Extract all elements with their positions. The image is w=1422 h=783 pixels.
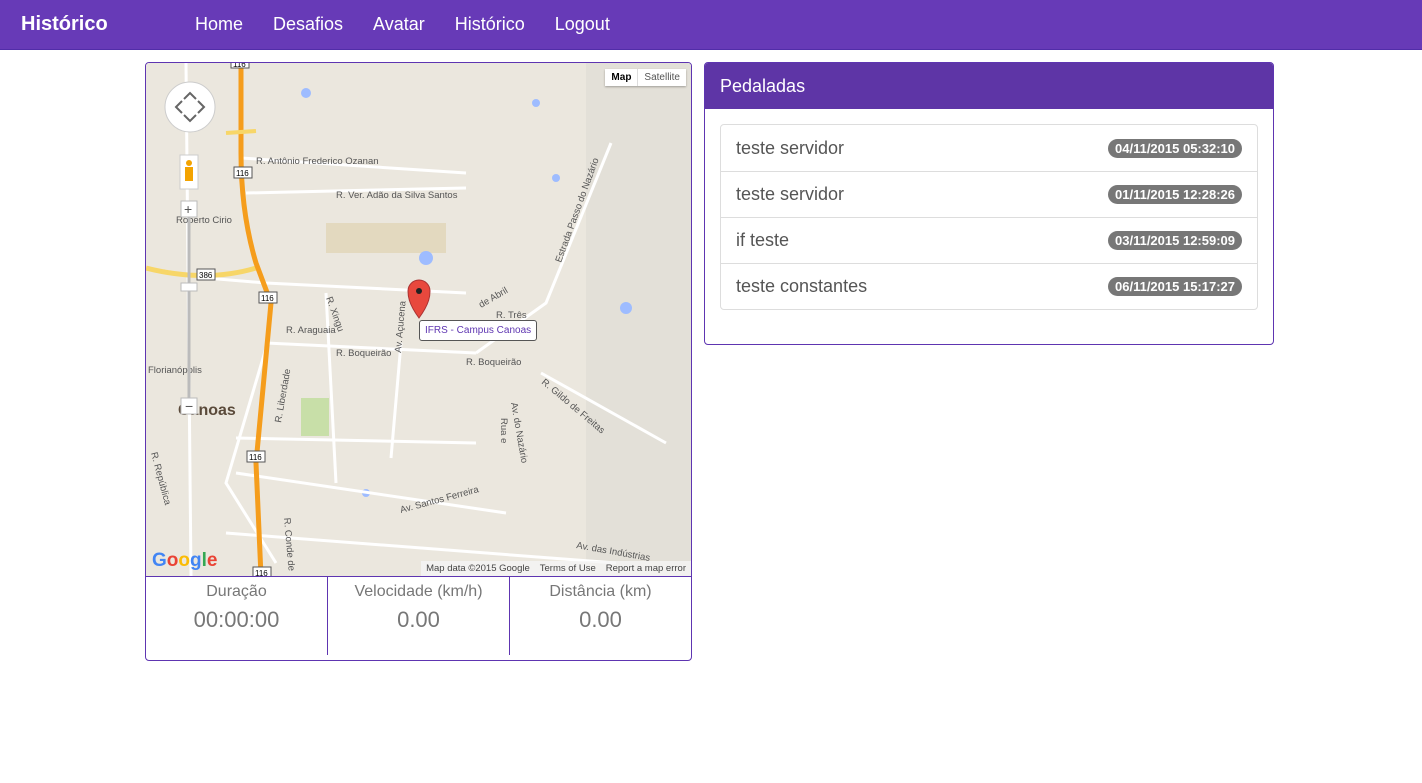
pedaladas-panel: Pedaladas teste servidor 04/11/2015 05:32… (704, 62, 1274, 345)
stat-velocidade: Velocidade (km/h) 0.00 (327, 577, 509, 655)
date-badge: 01/11/2015 12:28:26 (1108, 185, 1242, 204)
svg-text:R. Araguaia: R. Araguaia (286, 325, 336, 336)
pan-control[interactable] (164, 81, 216, 133)
pedaladas-list: teste servidor 04/11/2015 05:32:10 teste … (720, 124, 1258, 310)
map-type-satellite[interactable]: Satellite (638, 69, 686, 86)
map-marker[interactable] (407, 279, 431, 319)
map-data-text: Map data ©2015 Google (426, 563, 530, 574)
svg-text:de Abril: de Abril (477, 285, 510, 310)
svg-text:R. Ver. Adão da Silva Santos: R. Ver. Adão da Silva Santos (336, 190, 458, 201)
map[interactable]: R. Antônio Frederico Ozanan R. Ver. Adão… (146, 63, 691, 576)
google-logo: Google (152, 550, 218, 571)
svg-text:R. República: R. República (148, 451, 173, 507)
svg-text:R. Boqueirão: R. Boqueirão (336, 348, 391, 359)
water (301, 88, 632, 497)
highway-116 (238, 63, 274, 576)
svg-text:R. Liberdade: R. Liberdade (273, 368, 293, 423)
svg-text:Av. Açucena: Av. Açucena (393, 300, 409, 353)
map-type-control: Map Satellite (605, 69, 686, 86)
zoom-in-button[interactable]: + (180, 200, 198, 218)
terms-link[interactable]: Terms of Use (535, 561, 601, 576)
report-error-link[interactable]: Report a map error (601, 561, 691, 576)
nav-historico[interactable]: Histórico (440, 14, 540, 35)
nav-avatar[interactable]: Avatar (358, 14, 440, 35)
date-badge: 03/11/2015 12:59:09 (1108, 231, 1242, 250)
map-area (586, 63, 691, 576)
map-area (326, 223, 446, 253)
svg-text:116: 116 (261, 294, 274, 303)
list-item[interactable]: teste servidor 01/11/2015 12:28:26 (721, 171, 1257, 217)
svg-text:Rua e: Rua e (498, 418, 509, 443)
map-graphics: R. Antônio Frederico Ozanan R. Ver. Adão… (146, 63, 691, 576)
stat-distancia: Distância (km) 0.00 (509, 577, 691, 655)
list-item[interactable]: teste constantes 06/11/2015 15:17:27 (721, 263, 1257, 309)
map-type-map[interactable]: Map (605, 69, 639, 86)
svg-text:116: 116 (236, 169, 249, 178)
svg-text:R. Conde de: R. Conde de (281, 517, 297, 571)
road (225, 129, 257, 135)
panel-title: Pedaladas (705, 63, 1273, 109)
date-badge: 06/11/2015 15:17:27 (1108, 277, 1242, 296)
svg-text:116: 116 (255, 569, 268, 576)
stat-duracao: Duração 00:00:00 (193, 583, 280, 632)
svg-text:+: + (184, 201, 192, 217)
map-attribution: Map data ©2015 Google Terms of Use Repor… (421, 561, 691, 576)
marker-info-label: IFRS - Campus Canoas (419, 320, 538, 341)
pegman-icon[interactable] (179, 154, 199, 190)
svg-text:Av. do Nazário: Av. do Nazário (508, 402, 530, 464)
brand[interactable]: Histórico (21, 13, 108, 36)
nav-home[interactable]: Home (180, 14, 258, 35)
svg-text:116: 116 (233, 63, 246, 69)
date-badge: 04/11/2015 05:32:10 (1108, 138, 1242, 158)
list-item[interactable]: teste servidor 04/11/2015 05:32:10 (721, 125, 1257, 171)
nav-logout[interactable]: Logout (540, 14, 625, 35)
nav-desafios[interactable]: Desafios (258, 14, 358, 35)
zoom-out-button[interactable]: − (180, 397, 198, 415)
stats-row: Duração 00:00:00 Velocidade (km/h) 0.00 Di… (146, 576, 691, 660)
svg-text:R. Boqueirão: R. Boqueirão (466, 357, 521, 368)
park (301, 398, 329, 436)
list-item[interactable]: if teste 03/11/2015 12:59:09 (721, 217, 1257, 263)
svg-text:Florianópolis: Florianópolis (148, 365, 202, 376)
svg-text:−: − (185, 398, 193, 414)
svg-text:116: 116 (249, 453, 262, 462)
svg-text:R. Antônio Frederico Ozanan: R. Antônio Frederico Ozanan (256, 156, 379, 167)
zoom-slider-handle[interactable] (180, 282, 198, 292)
navbar: Histórico Home Desafios Avatar Histórico… (0, 0, 1422, 50)
map-card: R. Antônio Frederico Ozanan R. Ver. Adão… (145, 62, 692, 661)
svg-text:386: 386 (199, 271, 213, 280)
